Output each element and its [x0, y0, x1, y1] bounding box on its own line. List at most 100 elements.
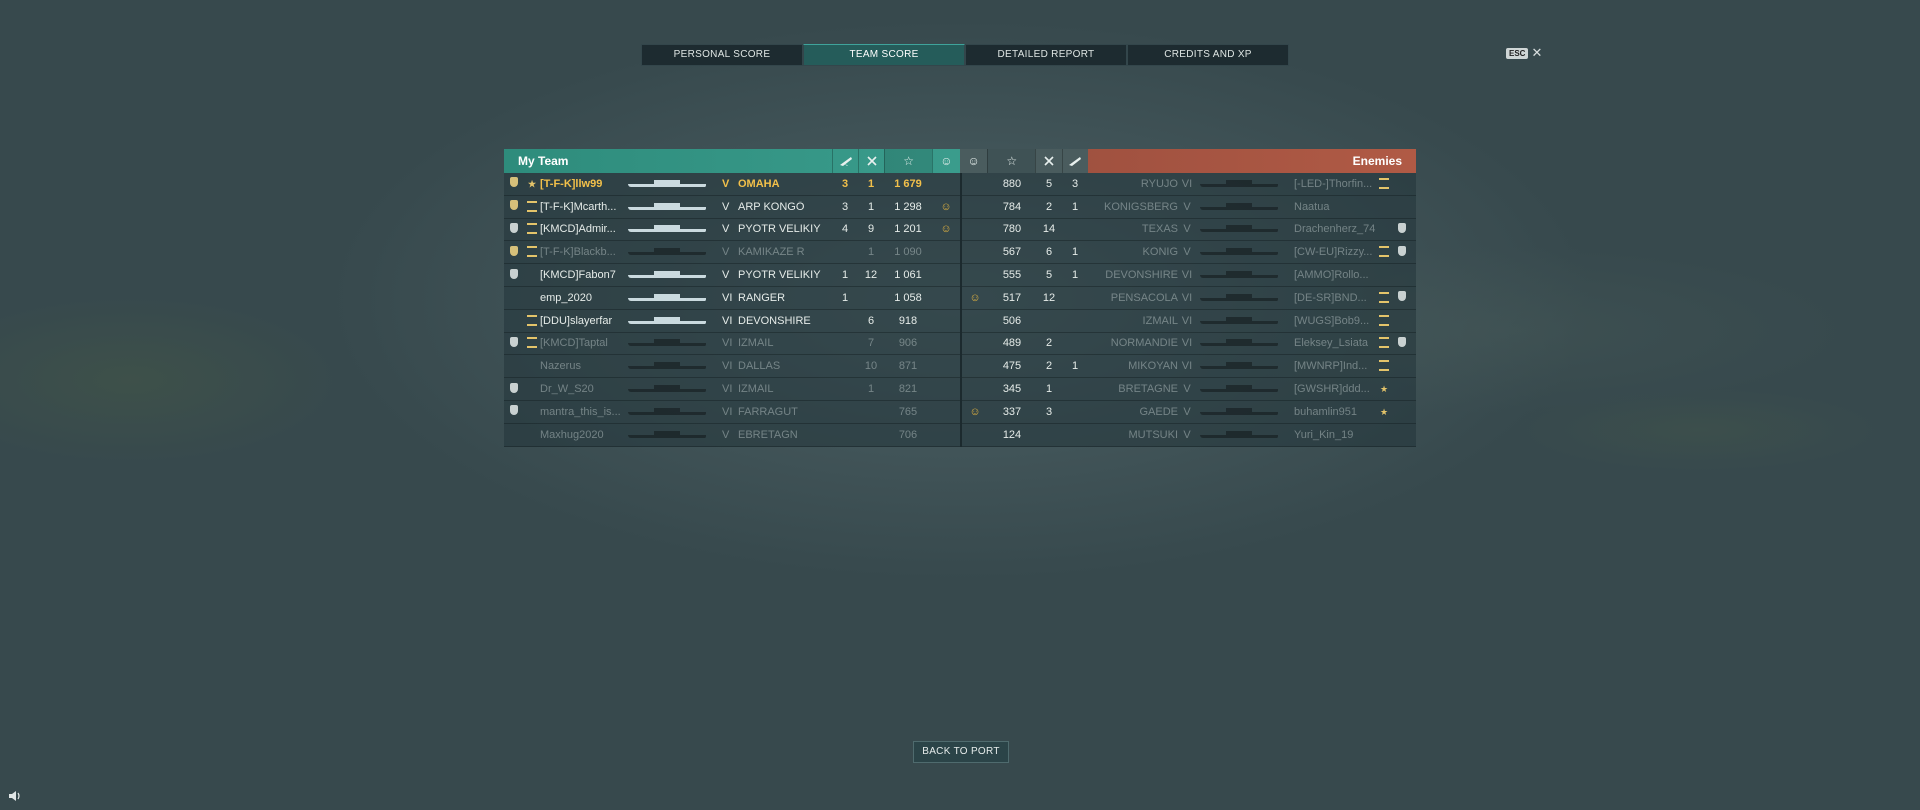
- my-team-row[interactable]: [DDU]slayerfar VI DEVONSHIRE 6 918: [504, 309, 960, 333]
- my-team-row[interactable]: [KMCD]Fabon7 V PYOTR VELIKIY 1 12 1 061: [504, 264, 960, 287]
- player-name: [GWSHR]ddd...: [1294, 383, 1370, 396]
- badge-icon: [510, 245, 518, 256]
- ship-tier: V: [1183, 405, 1191, 418]
- karma-compliment-icon[interactable]: ☺: [962, 292, 988, 304]
- player-name: [T-F-K]Blackb...: [540, 246, 616, 259]
- player-name: Nazerus: [540, 360, 581, 373]
- ship-silhouette-icon: [1196, 316, 1282, 324]
- player-badge-icon: [504, 382, 524, 396]
- rank-stripes-icon: [1379, 314, 1389, 326]
- ship-name: DEVONSHIRE: [738, 314, 811, 327]
- enemy-row[interactable]: 780 14 TEXAS V Drachenherz_74: [962, 218, 1416, 242]
- service-rank-icon: [1376, 177, 1392, 190]
- ship-name: BRETAGNE: [1118, 383, 1178, 396]
- ships-destroyed: 1: [867, 200, 875, 213]
- enemy-kills-icon: [1035, 149, 1062, 173]
- service-rank-icon: [1376, 291, 1392, 304]
- enemy-row[interactable]: ☺ 337 3 GAEDE Vbuhamlin951 ★: [962, 400, 1416, 424]
- speaker-icon[interactable]: [8, 790, 22, 805]
- ship-name: TEXAS: [1141, 223, 1178, 236]
- player-name: Maxhug2020: [540, 428, 604, 441]
- base-xp-score: 1 090: [894, 246, 922, 259]
- ship-silhouette-icon: [624, 270, 710, 279]
- enemy-row[interactable]: 880 5 3 RYUJO VI [-LED-]Thorfin...: [962, 173, 1416, 196]
- player-badge-icon: [504, 200, 524, 213]
- ship-silhouette: [624, 360, 722, 372]
- planes-destroyed: 4: [841, 223, 849, 236]
- karma-compliment-icon[interactable]: ☺: [932, 201, 960, 213]
- ship-name: RANGER: [738, 291, 786, 304]
- enemy-row[interactable]: 555 5 1 DEVONSHIRE VI [AMMO]Rollo...: [962, 264, 1416, 287]
- base-xp-score: 555: [1002, 269, 1022, 282]
- enemy-row[interactable]: 475 2 1 MIKOYAN VI [MWNRP]Ind...: [962, 355, 1416, 379]
- esc-key-label: ESC: [1506, 47, 1529, 59]
- esc-close-button[interactable]: ESC ✕: [1506, 45, 1542, 61]
- player-badge-icon: [504, 222, 524, 236]
- badge-icon: [510, 268, 518, 279]
- player-name: [KMCD]Admir...: [540, 223, 616, 236]
- player-name: [-LED-]Thorfin...: [1294, 177, 1373, 190]
- ship-silhouette-icon: [624, 247, 710, 256]
- ship-silhouette-icon: [624, 293, 710, 301]
- my-team-row[interactable]: ★ [T-F-K]llw99 V OMAHA 3 1 1 679: [504, 173, 960, 196]
- my-team-row[interactable]: mantra_this_is... VI FARRAGUT 765: [504, 400, 960, 424]
- ships-destroyed: 1: [867, 383, 875, 396]
- base-xp-score: 821: [898, 383, 918, 396]
- ship-tier: V: [722, 177, 730, 190]
- my-team-row[interactable]: [T-F-K]Blackb... V KAMIKAZE R 1 1 090: [504, 241, 960, 265]
- tab-team-score[interactable]: TEAM SCORE: [803, 44, 965, 66]
- player-name: mantra_this_is...: [540, 405, 621, 418]
- rank-stripes-icon: [1379, 177, 1389, 189]
- my-team-row[interactable]: Dr_W_S20 VI IZMAIL 1 821: [504, 378, 960, 401]
- tab-detailed-report[interactable]: DETAILED REPORT: [965, 44, 1127, 66]
- my-team-row[interactable]: Nazerus VI DALLAS 10 871: [504, 355, 960, 379]
- base-xp-score: 706: [898, 428, 918, 441]
- ship-silhouette-icon: [1196, 224, 1282, 233]
- ship-silhouette: [1196, 406, 1294, 418]
- ship-tier: VI: [1181, 314, 1193, 327]
- karma-compliment-icon[interactable]: ☺: [932, 223, 960, 235]
- enemy-row[interactable]: 345 1 BRETAGNE V [GWSHR]ddd... ★: [962, 378, 1416, 401]
- ship-tier: VI: [722, 405, 733, 418]
- rank-stripes-icon: [1379, 360, 1389, 372]
- player-badge-icon: [504, 405, 524, 418]
- rank-stripes-icon: [527, 223, 537, 235]
- my-team-row[interactable]: [T-F-K]Mcarth... V ARP KONGŌ 3 1 1 298 ☺: [504, 195, 960, 219]
- enemy-row[interactable]: 567 6 1 KONIG V [CW-EU]Rizzy...: [962, 241, 1416, 265]
- player-badge-icon: [1392, 291, 1412, 304]
- ship-name: IZMAIL: [738, 383, 774, 396]
- badge-icon: [1398, 245, 1406, 256]
- planes-destroyed: 3: [841, 200, 849, 213]
- back-to-port-button[interactable]: BACK TO PORT: [913, 741, 1009, 763]
- service-rank-icon: [1376, 337, 1392, 349]
- service-rank-icon: [524, 200, 540, 213]
- my-team-row[interactable]: [KMCD]Admir... V PYOTR VELIKIY 4 9 1 201 ☺: [504, 218, 960, 242]
- tab-credits-and-xp[interactable]: CREDITS AND XP: [1127, 44, 1289, 66]
- my-team-row[interactable]: [KMCD]Taptal VI IZMAIL 7 906: [504, 332, 960, 356]
- ships-destroyed: 6: [1045, 246, 1053, 259]
- enemy-row[interactable]: 124 MUTSUKI V Yuri_Kin_19: [962, 423, 1416, 447]
- ship-silhouette: [624, 223, 722, 235]
- star-icon: ☆: [884, 149, 932, 173]
- my-team-row[interactable]: Maxhug2020 V EBRETAGN 706: [504, 423, 960, 447]
- ship-silhouette-icon: [624, 316, 710, 324]
- player-name: [KMCD]Fabon7: [540, 269, 616, 282]
- badge-icon: [510, 177, 518, 188]
- ship-silhouette: [1196, 246, 1294, 258]
- rank-star-icon: ★: [527, 179, 537, 188]
- ship-silhouette-icon: [624, 338, 710, 347]
- ship-silhouette: [1196, 269, 1294, 281]
- ships-destroyed: 3: [1045, 405, 1053, 418]
- my-team-row[interactable]: emp_2020 VI RANGER 1 1 058: [504, 286, 960, 310]
- base-xp-score: 337: [1002, 405, 1022, 418]
- enemy-row[interactable]: 506 IZMAIL VI [WUGS]Bob9...: [962, 309, 1416, 333]
- tab-personal-score[interactable]: PERSONAL SCORE: [641, 44, 803, 66]
- ship-name: MIKOYAN: [1128, 360, 1178, 373]
- base-xp-score: 765: [898, 405, 918, 418]
- enemy-row[interactable]: ☺ 517 12 PENSACOLA VI [DE-SR]BND...: [962, 286, 1416, 310]
- ship-name: OMAHA: [738, 177, 780, 190]
- karma-compliment-icon[interactable]: ☺: [962, 406, 988, 418]
- rank-stripes-icon: [527, 200, 537, 212]
- enemy-row[interactable]: 489 2 NORMANDIE VI Eleksey_Lsiata: [962, 332, 1416, 356]
- enemy-row[interactable]: 784 2 1 KONIGSBERG V Naatua: [962, 195, 1416, 219]
